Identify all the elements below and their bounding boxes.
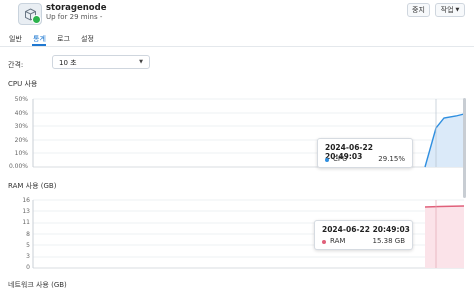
- ram-legend-dot: [322, 240, 326, 244]
- ram-tooltip-series: RAM: [330, 237, 346, 245]
- ram-tooltip-timestamp: 2024-06-22 20:49:03: [322, 225, 410, 234]
- ram-tooltip-value: 15.38 GB: [372, 237, 406, 245]
- scrollbar[interactable]: [463, 98, 466, 198]
- ram-tooltip: 2024-06-22 20:49:03 RAM 15.38 GB: [314, 220, 413, 250]
- ram-area-fill: [425, 206, 464, 268]
- network-section-title: 네트워크 사용 (GB): [8, 281, 67, 289]
